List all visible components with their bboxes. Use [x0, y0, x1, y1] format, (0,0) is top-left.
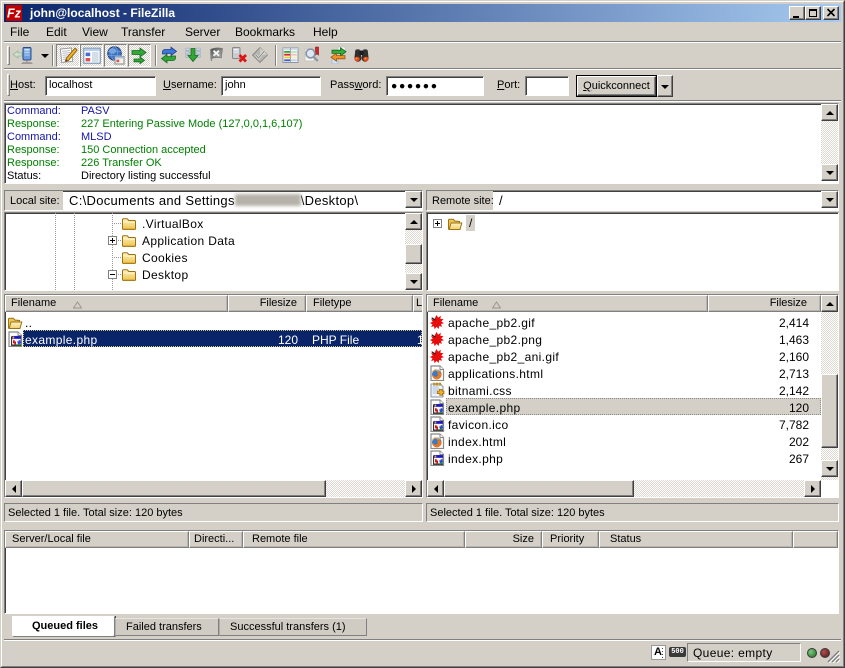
svg-text:Fz: Fz	[7, 7, 22, 21]
